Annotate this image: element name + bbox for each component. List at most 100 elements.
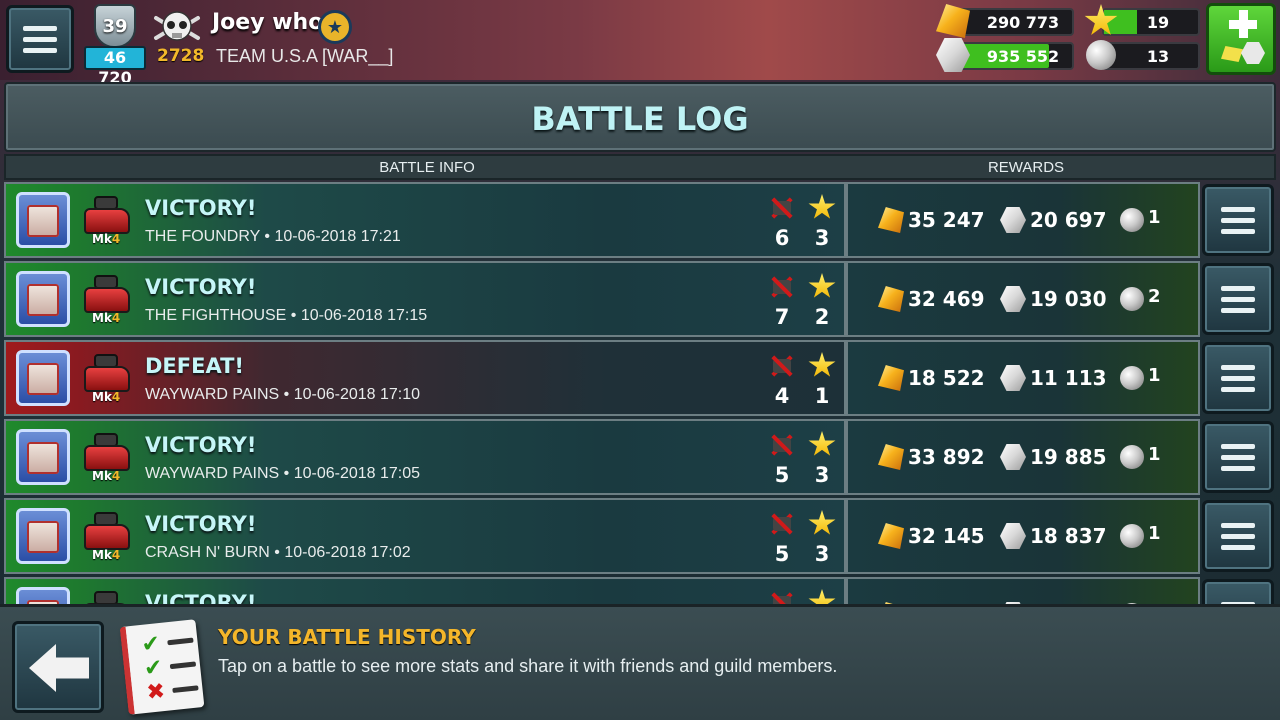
star-icon xyxy=(808,510,836,535)
back-button[interactable] xyxy=(12,621,104,713)
crossed-tank-icon xyxy=(770,196,794,220)
rewards-cell[interactable]: 32 469 19 030 2 xyxy=(846,261,1200,337)
battle-row[interactable]: Mk4 VICTORY! THE FIGHTHOUSE • 10-06-2018… xyxy=(4,261,1276,337)
guild-emblem-icon xyxy=(16,271,70,327)
battle-details-button[interactable] xyxy=(1202,263,1274,335)
gold-nugget-icon xyxy=(878,207,904,233)
battle-details-button[interactable] xyxy=(1202,184,1274,256)
rewards-cell[interactable]: 35 247 20 697 1 xyxy=(846,182,1200,258)
star-icon xyxy=(808,589,836,604)
kills-count: 5 xyxy=(774,463,790,487)
kills-count: 5 xyxy=(774,542,790,566)
star-icon xyxy=(808,194,836,219)
pearls-counter[interactable]: 13 xyxy=(1102,42,1200,70)
mk-label: Mk4 xyxy=(92,232,121,246)
player-name[interactable]: Joey who xyxy=(212,10,323,35)
silver-counter[interactable]: 935 552 xyxy=(954,42,1074,70)
stars-count: 1 xyxy=(814,384,830,408)
gold-nugget-icon xyxy=(878,286,904,312)
battle-details-button[interactable] xyxy=(1202,500,1274,572)
tank-icon: Mk4 xyxy=(82,192,134,246)
gold-reward: 18 522 xyxy=(908,366,985,390)
battle-info-cell[interactable]: Mk4 VICTORY! WAYWARD PAINS • 10-06-2018 … xyxy=(4,419,846,495)
column-header: BATTLE INFO REWARDS xyxy=(4,154,1276,180)
crossed-tank-icon xyxy=(770,354,794,378)
pearl-icon xyxy=(1120,287,1144,311)
tank-icon: Mk4 xyxy=(82,350,134,404)
rewards-cell[interactable]: 33 892 19 885 1 xyxy=(846,419,1200,495)
add-currency-button[interactable] xyxy=(1206,3,1276,75)
guild-emblem-icon xyxy=(16,587,70,604)
trophy-count: 2728 xyxy=(157,46,205,66)
silver-gem-icon xyxy=(1000,365,1026,391)
hamburger-icon xyxy=(1221,443,1255,449)
stars-count: 2 xyxy=(814,305,830,329)
battle-info-header: BATTLE INFO xyxy=(379,159,475,176)
rewards-cell[interactable] xyxy=(846,577,1200,604)
stars-counter[interactable]: 19 xyxy=(1102,8,1200,36)
silver-reward: 20 697 xyxy=(1030,208,1107,232)
skull-avatar-icon[interactable] xyxy=(150,8,204,46)
battle-row[interactable]: Mk4 VICTORY! THE FOUNDRY • 10-06-2018 17… xyxy=(4,182,1276,258)
gold-counter[interactable]: 290 773 xyxy=(954,8,1074,36)
rank-star-icon[interactable]: ★ xyxy=(318,10,352,44)
pearl-reward: 1 xyxy=(1148,207,1161,228)
gold-reward: 33 892 xyxy=(908,445,985,469)
kills-count: 4 xyxy=(774,384,790,408)
battle-info-cell[interactable]: VICTORY! xyxy=(4,577,846,604)
team-name[interactable]: TEAM U.S.A [WAR__] xyxy=(216,46,393,67)
gold-nugget-icon xyxy=(878,444,904,470)
pearl-icon xyxy=(1120,445,1144,469)
battle-info-cell[interactable]: Mk4 DEFEAT! WAYWARD PAINS • 10-06-2018 1… xyxy=(4,340,846,416)
mk-label: Mk4 xyxy=(92,390,121,404)
rewards-header: REWARDS xyxy=(987,159,1065,176)
rewards-cell[interactable]: 32 145 18 837 1 xyxy=(846,498,1200,574)
battle-result: VICTORY! xyxy=(145,196,257,220)
plus-icon xyxy=(1229,10,1257,38)
tip-title: YOUR BATTLE HISTORY xyxy=(218,625,476,649)
battle-list[interactable]: Mk4 VICTORY! THE FOUNDRY • 10-06-2018 17… xyxy=(4,182,1276,604)
battle-map-time: THE FOUNDRY • 10-06-2018 17:21 xyxy=(145,228,401,245)
battle-row[interactable]: Mk4 VICTORY! WAYWARD PAINS • 10-06-2018 … xyxy=(4,419,1276,495)
level-badge[interactable]: 39 46 720 xyxy=(84,4,146,87)
hamburger-icon xyxy=(1221,206,1255,212)
main-menu-button[interactable] xyxy=(6,5,74,73)
battle-details-button[interactable] xyxy=(1202,421,1274,493)
tank-icon xyxy=(82,587,134,604)
battle-result: DEFEAT! xyxy=(145,354,244,378)
battle-row[interactable]: Mk4 VICTORY! CRASH N' BURN • 10-06-2018 … xyxy=(4,498,1276,574)
battle-map-time: WAYWARD PAINS • 10-06-2018 17:10 xyxy=(145,386,421,403)
footer-tip: ✔ ✔ ✖ YOUR BATTLE HISTORY Tap on a battl… xyxy=(0,604,1280,720)
kills-count: 7 xyxy=(774,305,790,329)
crossed-tank-icon xyxy=(770,433,794,457)
guild-emblem-icon xyxy=(16,350,70,406)
battle-row[interactable]: VICTORY! xyxy=(4,577,1276,604)
battle-map-time: WAYWARD PAINS • 10-06-2018 17:05 xyxy=(145,465,421,482)
tank-icon: Mk4 xyxy=(82,429,134,483)
tip-text: Tap on a battle to see more stats and sh… xyxy=(218,656,838,676)
gold-nugget-icon xyxy=(878,365,904,391)
rewards-cell[interactable]: 18 522 11 113 1 xyxy=(846,340,1200,416)
gold-nugget-icon xyxy=(878,523,904,549)
battle-info-cell[interactable]: Mk4 VICTORY! CRASH N' BURN • 10-06-2018 … xyxy=(4,498,846,574)
checklist-icon: ✔ ✔ ✖ xyxy=(119,619,205,715)
battle-details-button[interactable] xyxy=(1202,579,1274,604)
battle-info-cell[interactable]: Mk4 VICTORY! THE FOUNDRY • 10-06-2018 17… xyxy=(4,182,846,258)
level-shield-icon: 39 xyxy=(94,4,136,48)
battle-result: VICTORY! xyxy=(145,591,257,604)
battle-row[interactable]: Mk4 DEFEAT! WAYWARD PAINS • 10-06-2018 1… xyxy=(4,340,1276,416)
hamburger-icon xyxy=(1221,285,1255,291)
battle-info-cell[interactable]: Mk4 VICTORY! THE FIGHTHOUSE • 10-06-2018… xyxy=(4,261,846,337)
star-icon xyxy=(808,352,836,377)
silver-reward: 18 837 xyxy=(1030,524,1107,548)
silver-reward: 11 113 xyxy=(1030,366,1107,390)
battle-details-button[interactable] xyxy=(1202,342,1274,414)
page-title: BATTLE LOG xyxy=(531,100,749,138)
silver-gem-icon xyxy=(1000,207,1026,233)
star-icon xyxy=(808,273,836,298)
hamburger-icon xyxy=(1221,364,1255,370)
tank-icon: Mk4 xyxy=(82,508,134,562)
tank-icon: Mk4 xyxy=(82,271,134,325)
battle-result: VICTORY! xyxy=(145,512,257,536)
pearl-icon xyxy=(1086,40,1116,70)
